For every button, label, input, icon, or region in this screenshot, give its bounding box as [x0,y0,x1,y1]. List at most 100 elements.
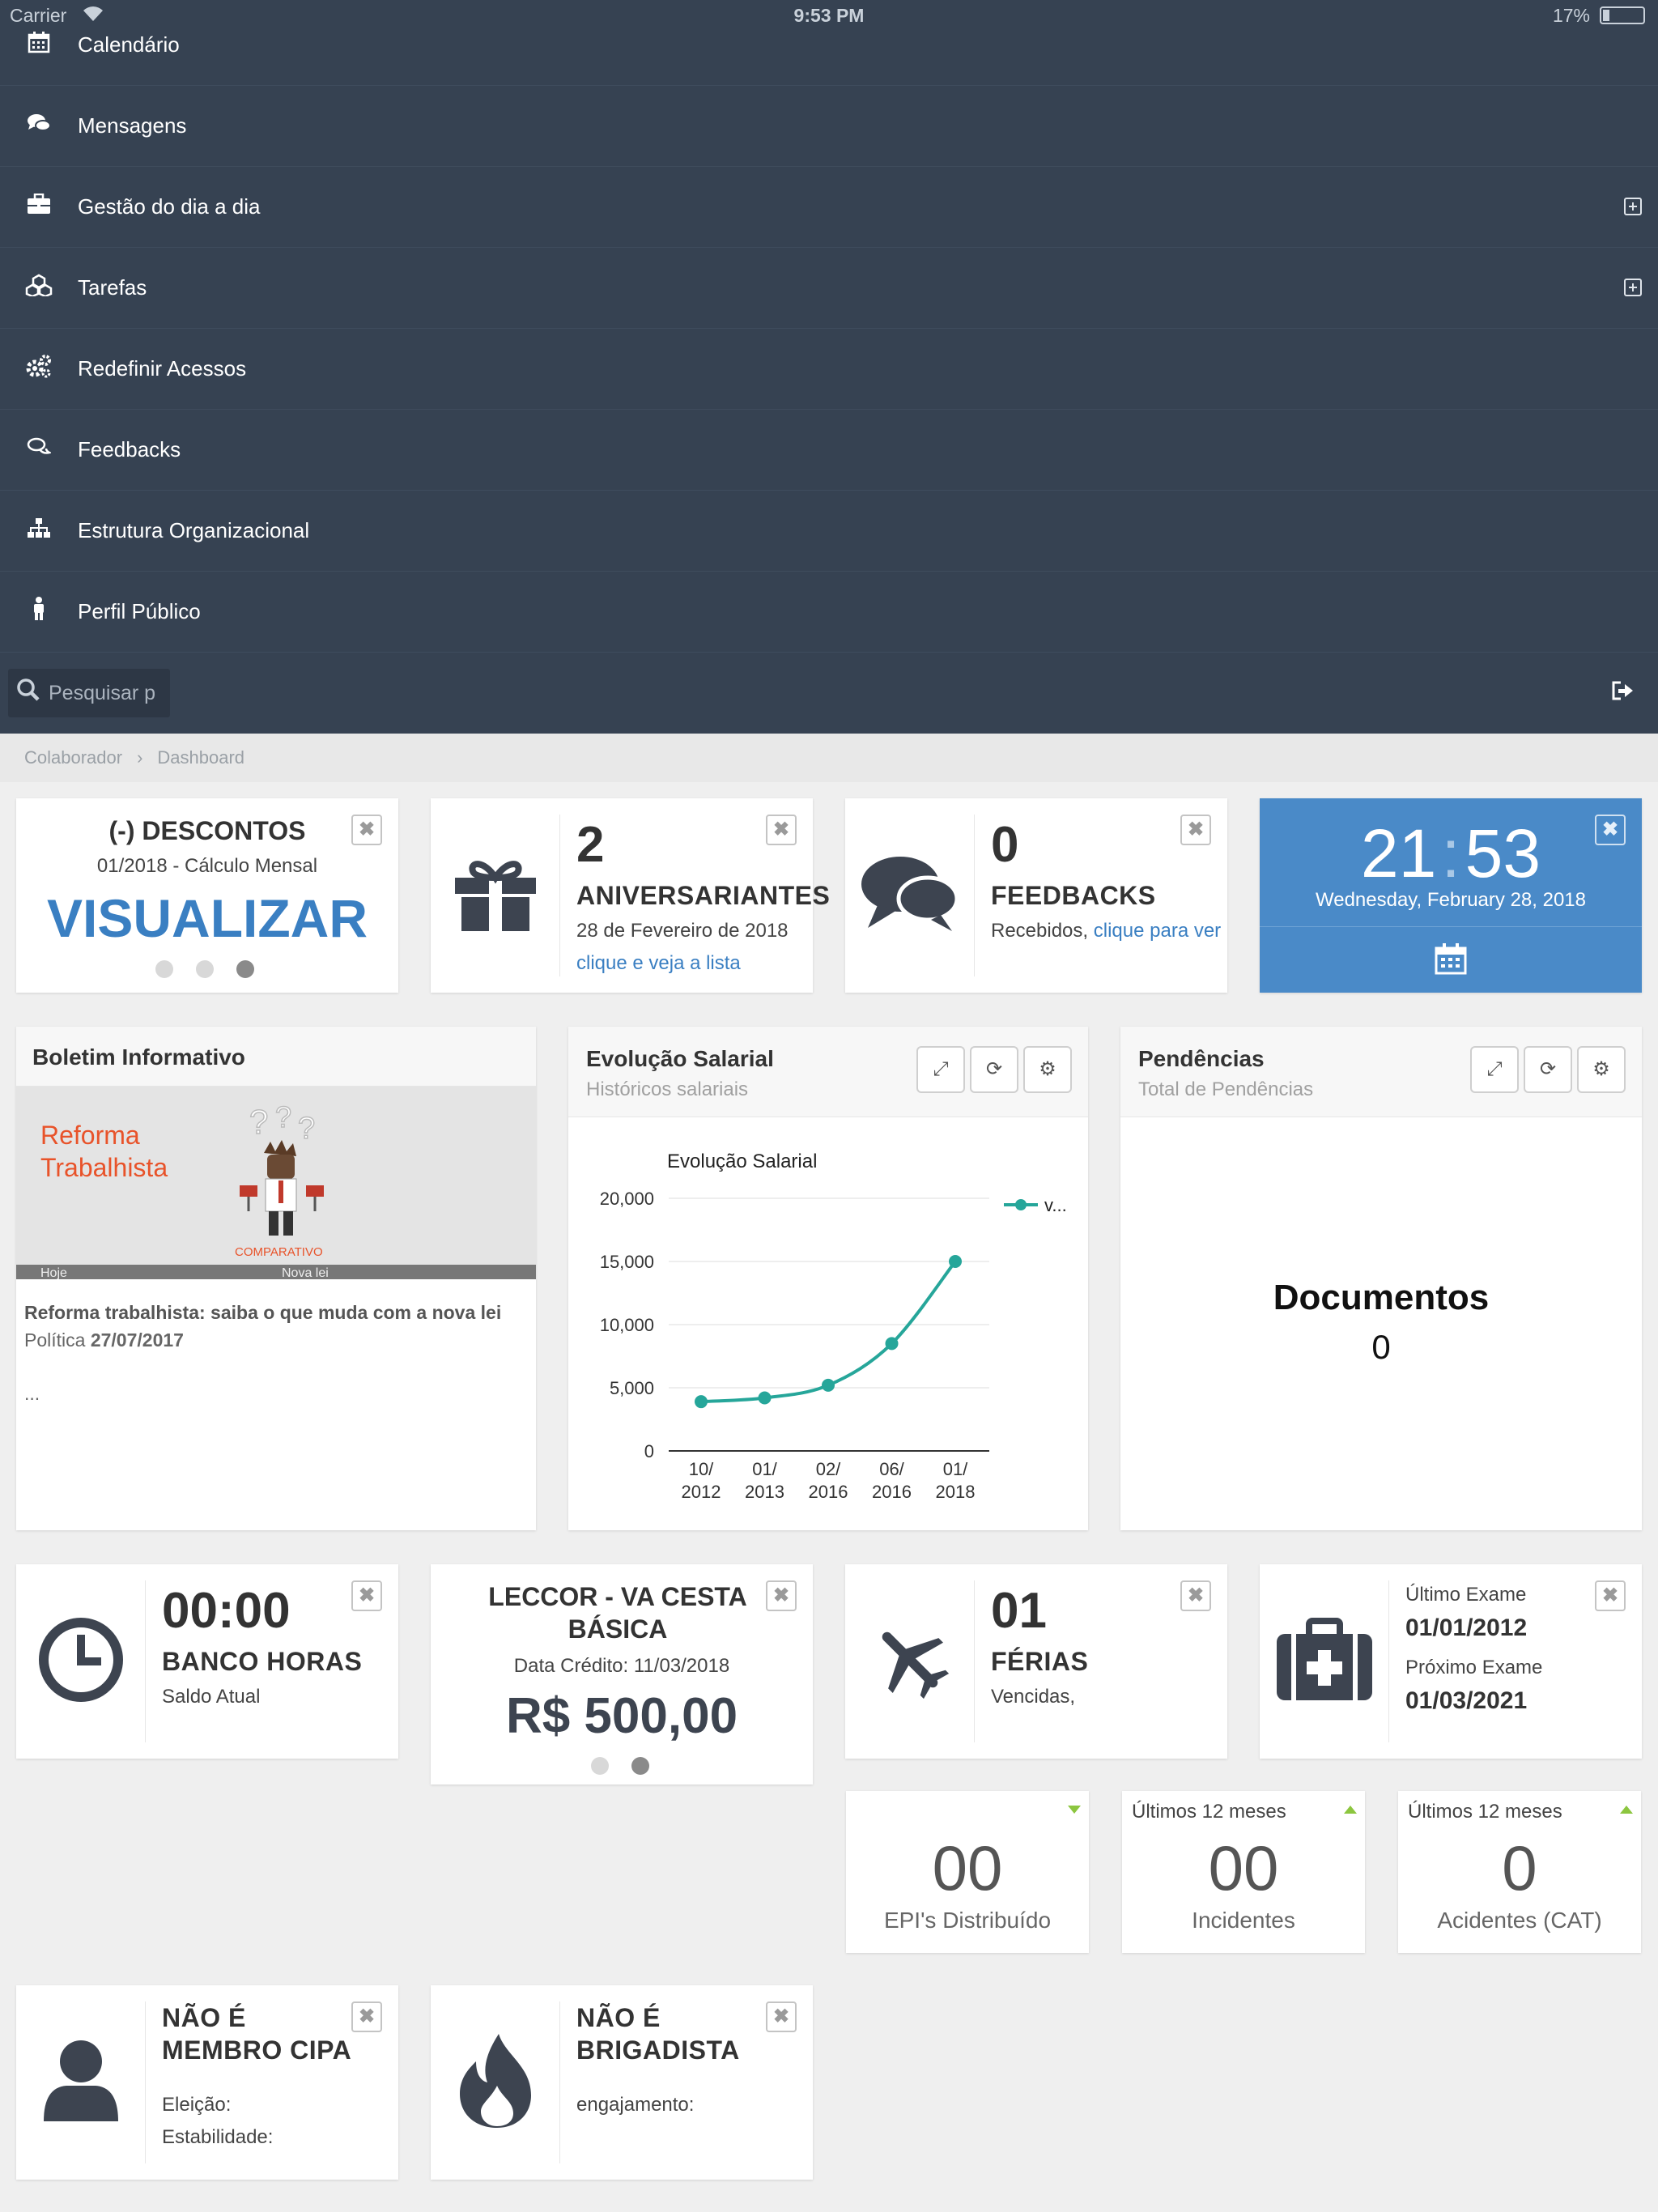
clock-date: Wednesday, February 28, 2018 [1316,889,1586,911]
menu-item-feedbacks[interactable]: Feedbacks [0,410,1658,491]
aniversariantes-list-link[interactable]: clique e veja a lista [576,952,741,975]
refresh-icon: ⟳ [1539,1058,1557,1080]
breadcrumb-item-dashboard: Dashboard [157,747,245,768]
svg-text:?: ? [249,1103,268,1141]
visualizar-link[interactable]: VISUALIZAR [16,887,398,949]
svg-text:?: ? [298,1112,315,1146]
acidentes-label: Acidentes (CAT) [1437,1908,1602,1933]
x-tick-label: 2013 [745,1482,784,1502]
panel-header: Boletim Informativo [16,1027,536,1087]
search-input[interactable] [49,681,162,705]
ultimo-exame-date: 01/01/2012 [1405,1614,1528,1641]
close-button[interactable]: ✖ [1180,815,1211,845]
menu-item-gestao[interactable]: Gestão do dia a dia [0,167,1658,248]
ferias-card: 01 FÉRIAS Vencidas, ✖ [845,1564,1227,1759]
pendencias-subtitle: Total de Pendências [1138,1078,1314,1100]
refresh-button[interactable]: ⟳ [1524,1046,1572,1093]
boletim-headline[interactable]: Reforma trabalhista: saiba o que muda co… [24,1302,528,1324]
carousel-dots [591,1757,649,1775]
feedbacks-count: 0 [991,817,1019,873]
gear-icon: ⚙ [1039,1058,1056,1080]
pendencias-label: Documentos [1273,1278,1490,1317]
banner-right: Nova lei [282,1266,329,1279]
pendencias-title: Pendências [1138,1046,1265,1071]
carousel-dot-active[interactable] [631,1757,649,1775]
menu-label: Feedbacks [78,437,181,462]
menu-item-redefinir-acessos[interactable]: Redefinir Acessos [0,329,1658,410]
y-tick-label: 20,000 [600,1189,654,1209]
banner-caption: COMPARATIVO [235,1245,323,1259]
cipa-estabilidade: Estabilidade: [162,2126,274,2148]
menu-item-tarefas[interactable]: Tarefas [0,248,1658,329]
feedbacks-view-link[interactable]: clique para ver [1094,920,1221,942]
menu-item-calendario[interactable]: Calendário [0,5,1658,86]
airplane-icon [869,1619,950,1704]
cipa-title: NÃO É MEMBRO CIPA [162,2003,352,2065]
logout-icon[interactable] [1611,680,1634,703]
close-button[interactable]: ✖ [351,1580,382,1611]
icon-column [845,815,975,976]
clock-separator: : [1441,815,1460,891]
aniversariantes-title: ANIVERSARIANTES [576,881,831,910]
descontos-subtitle: 01/2018 - Cálculo Mensal [96,855,318,877]
breadcrumb-item-colaborador[interactable]: Colaborador [24,747,122,768]
data-point [822,1378,835,1392]
close-button[interactable]: ✖ [1180,1580,1211,1611]
brigadista-engajamento: engajamento: [576,2094,695,2116]
refresh-button[interactable]: ⟳ [970,1046,1018,1093]
boletim-category: Política [24,1329,86,1351]
search-icon[interactable] [8,678,49,708]
expand-button[interactable]: ⤢ [1470,1046,1519,1093]
carousel-dot-active[interactable] [236,960,254,978]
carousel-dot[interactable] [591,1757,609,1775]
clock-time: 21:53 [1260,815,1642,893]
close-button[interactable]: ✖ [1595,1580,1626,1611]
epi-value: 00 [932,1832,1003,1904]
close-button[interactable]: ✖ [766,815,797,845]
close-button[interactable]: ✖ [351,2001,382,2032]
icon-column [16,2001,146,2163]
expand-plus-icon[interactable] [1624,279,1642,296]
menu-item-mensagens[interactable]: Mensagens [0,86,1658,167]
banner-bar [16,1265,536,1279]
boletim-title: Boletim Informativo [32,1044,245,1070]
icon-column [16,1580,146,1742]
epi-label: EPI's Distribuído [883,1908,1052,1933]
menu-label: Redefinir Acessos [78,356,247,381]
close-button[interactable]: ✖ [1595,815,1626,845]
menu-item-perfil-publico[interactable]: Perfil Público [0,572,1658,653]
trend-down-icon [1068,1806,1081,1814]
carousel-dot[interactable] [196,960,214,978]
close-button[interactable]: ✖ [766,1580,797,1611]
stat-period: Últimos 12 meses [1408,1801,1562,1823]
cubes-icon [0,274,78,302]
chart-title: Evolução Salarial [667,1151,817,1172]
banner-title: Reforma Trabalhista [40,1121,168,1182]
clock-hours: 21 [1360,815,1437,891]
panel-header: Evolução Salarial Históricos salariais ⤢… [568,1027,1088,1117]
expand-plus-icon[interactable] [1624,198,1642,215]
salary-line-chart: Evolução Salarial 0 5,000 10,000 15,000 20,00… [600,1151,1067,1502]
expand-button[interactable]: ⤢ [916,1046,965,1093]
gears-icon [0,354,78,384]
brigadista-title: NÃO É BRIGADISTA [576,2003,740,2065]
boletim-banner-image[interactable]: Reforma Trabalhista ? ? ? COMPARATIVO Ho… [16,1087,536,1279]
expand-icon: ⤢ [933,1058,949,1080]
close-button[interactable]: ✖ [351,815,382,845]
menu-item-estrutura-organizacional[interactable]: Estrutura Organizacional [0,491,1658,572]
settings-button[interactable]: ⚙ [1577,1046,1626,1093]
banner-left: Hoje [40,1266,67,1279]
x-tick-label: 2012 [682,1482,721,1502]
carousel-dot[interactable] [155,960,173,978]
sitemap-icon [0,517,78,544]
expand-icon: ⤢ [1486,1058,1503,1080]
person-icon [0,597,78,627]
x-tick-label: 06/ [879,1459,904,1479]
settings-button[interactable]: ⚙ [1023,1046,1072,1093]
menu-label: Estrutura Organizacional [78,518,310,542]
chat-bubbles-icon [0,436,78,463]
pendencias-card: Pendências Total de Pendências ⤢ ⟳ ⚙ Doc… [1120,1027,1642,1530]
calendar-icon[interactable] [1435,942,1467,979]
close-button[interactable]: ✖ [766,2001,797,2032]
medkit-icon [1275,1617,1374,1706]
